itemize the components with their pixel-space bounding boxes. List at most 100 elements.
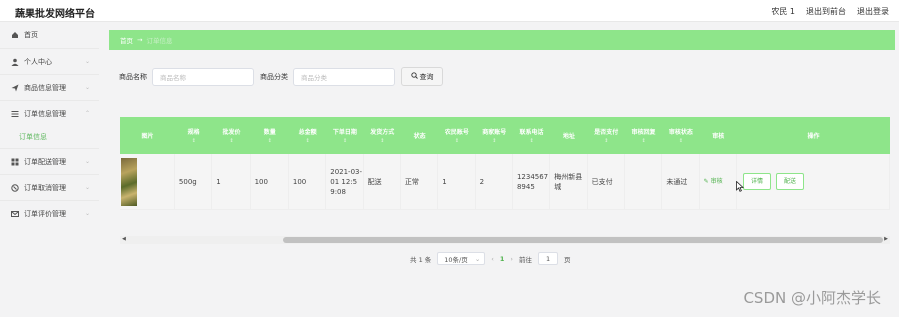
goto-page-input[interactable]: 1 — [538, 252, 559, 265]
horizontal-scrollbar[interactable]: ◀ ▶ — [120, 236, 890, 244]
breadcrumb: 首页 → 订单信息 — [109, 30, 895, 50]
edit-icon: ✎ — [703, 177, 711, 185]
col-merchant[interactable]: 商家账号 ↕ — [476, 117, 513, 154]
sidebar-subitem-order-info[interactable]: 订单信息 — [0, 126, 99, 148]
cell-total: 100 — [289, 154, 327, 209]
list-icon — [11, 110, 19, 118]
logout-link[interactable]: 退出登录 — [857, 6, 889, 17]
col-total[interactable]: 总金额 ↕ — [289, 117, 326, 154]
sidebar-item-orders[interactable]: 订单信息管理 ⌃ — [0, 100, 99, 126]
sidebar-item-products[interactable]: 商品信息管理 ⌄ — [0, 74, 99, 100]
search-button[interactable]: 查询 — [401, 67, 443, 86]
col-actions: 操作 — [807, 133, 820, 140]
sidebar-item-label: 订单配送管理 — [24, 157, 66, 166]
product-category-label: 商品分类 — [260, 72, 288, 81]
sort-icon: ↕ — [492, 138, 497, 144]
detail-button[interactable]: 详情 — [743, 173, 772, 190]
sidebar-item-label: 订单信息管理 — [24, 109, 66, 118]
back-to-front-link[interactable]: 退出到前台 — [806, 6, 846, 17]
chevron-down-icon: ⌄ — [474, 254, 481, 263]
cell-audit: ✎ 审核 — [700, 154, 738, 209]
chevron-down-icon: ⌄ — [84, 210, 90, 217]
page-number[interactable]: 1 — [500, 255, 505, 263]
sort-icon: ↕ — [678, 138, 683, 144]
scroll-right-icon[interactable]: ▶ — [884, 236, 888, 242]
send-icon — [11, 84, 19, 92]
cell-date: 2021-03-01 12:59:08 — [326, 154, 364, 209]
main-content: 首页 → 订单信息 商品名称 商品名称 商品分类 商品分类 查询 图片 规格 ↕ … — [100, 22, 899, 317]
cell-actions: 详情 配送 — [737, 154, 891, 209]
sort-icon: ↕ — [604, 138, 609, 144]
cell-farmer: 1 — [438, 154, 476, 209]
cell-qty: 100 — [251, 154, 289, 209]
search-icon — [410, 72, 418, 81]
chevron-down-icon: ⌄ — [84, 58, 90, 65]
home-icon — [11, 31, 19, 39]
audit-link[interactable]: ✎ 审核 — [704, 177, 723, 187]
breadcrumb-current: 订单信息 — [146, 37, 173, 45]
col-status: 状态 — [413, 133, 426, 140]
sort-icon: ↕ — [641, 138, 646, 144]
sidebar-item-personal[interactable]: 个人中心 ⌄ — [0, 48, 99, 74]
product-image[interactable] — [121, 157, 137, 206]
col-reply[interactable]: 审核回复 ↕ — [625, 117, 662, 154]
cell-address: 梅州新县城 — [550, 154, 588, 209]
sidebar-item-label: 商品信息管理 — [24, 83, 66, 92]
cell-spec: 500g — [175, 154, 213, 209]
page-size-select[interactable]: 10条/页 ⌄ — [437, 252, 486, 265]
col-paid[interactable]: 是否支付 ↕ — [588, 117, 625, 154]
cell-ship: 配送 — [364, 154, 401, 209]
product-name-input[interactable]: 商品名称 — [152, 67, 254, 86]
sort-icon: ↕ — [305, 138, 310, 144]
sidebar-item-cancel[interactable]: 订单取消管理 ⌄ — [0, 174, 99, 200]
watermark: CSDN @小阿杰学长 — [743, 289, 881, 307]
product-name-label: 商品名称 — [119, 72, 147, 81]
col-address: 地址 — [562, 133, 575, 140]
col-spec: 规格 ↕ — [187, 129, 200, 144]
chevron-down-icon: ⌄ — [84, 84, 90, 91]
scrollbar-thumb[interactable] — [283, 237, 883, 243]
chevron-down-icon: ⌄ — [84, 184, 90, 191]
sort-icon: ↕ — [529, 138, 534, 144]
sidebar-item-home[interactable]: 首页 — [0, 22, 99, 48]
page-unit-label: 页 — [564, 255, 571, 264]
orders-table: 图片 规格 ↕ 批发价 ↕ 数量 ↕ 总金额 ↕ 下单日期 ↕ 发货方式 ↕ 状态 农民账号… — [120, 117, 891, 210]
header-links: 农民 1 退出到前台 退出登录 — [771, 6, 889, 17]
sidebar-item-label: 订单取消管理 — [24, 183, 66, 192]
prev-page-button[interactable]: ‹ — [491, 255, 494, 263]
col-audit: 审核 — [712, 133, 725, 140]
user-name-link[interactable]: 农民 1 — [771, 6, 795, 17]
col-farmer[interactable]: 农民账号 ↕ — [438, 117, 475, 154]
col-ship[interactable]: 发货方式 ↕ — [364, 117, 401, 154]
chevron-down-icon: ⌄ — [84, 158, 90, 165]
sidebar-item-label: 订单评价管理 — [24, 209, 66, 218]
sidebar-item-reviews[interactable]: 订单评价管理 ⌄ — [0, 200, 99, 226]
sidebar-item-delivery[interactable]: 订单配送管理 ⌄ — [0, 148, 99, 174]
chevron-up-icon: ⌃ — [84, 110, 90, 117]
col-price[interactable]: 批发价 ↕ — [212, 117, 250, 154]
cell-merchant: 2 — [476, 154, 513, 209]
sort-icon: ↕ — [380, 138, 385, 144]
deliver-button[interactable]: 配送 — [776, 173, 805, 190]
scroll-left-icon[interactable]: ◀ — [122, 236, 126, 242]
breadcrumb-home[interactable]: 首页 — [120, 35, 133, 45]
sidebar-item-label: 首页 — [24, 31, 38, 39]
next-page-button[interactable]: › — [510, 255, 513, 263]
col-audit-status[interactable]: 审核状态 ↕ — [662, 117, 699, 154]
col-qty[interactable]: 数量 ↕ — [251, 117, 289, 154]
product-category-input[interactable]: 商品分类 — [293, 67, 395, 86]
sidebar-item-label: 个人中心 — [24, 57, 52, 66]
search-form: 商品名称 商品名称 商品分类 商品分类 查询 — [119, 67, 443, 86]
col-phone[interactable]: 联系电话 ↕ — [513, 117, 550, 154]
table-header: 图片 规格 ↕ 批发价 ↕ 数量 ↕ 总金额 ↕ 下单日期 ↕ 发货方式 ↕ 状态 农民账号… — [120, 117, 890, 154]
mouse-cursor-icon — [736, 180, 745, 194]
cell-image — [120, 154, 175, 209]
grid-icon — [11, 158, 19, 166]
sort-icon: ↕ — [454, 138, 459, 144]
breadcrumb-arrow-icon: → — [137, 36, 143, 44]
col-date[interactable]: 下单日期 ↕ — [326, 117, 363, 154]
cell-price: 1 — [212, 154, 251, 209]
user-icon — [11, 58, 19, 66]
cell-status: 正常 — [401, 154, 439, 209]
mail-icon — [11, 210, 19, 218]
